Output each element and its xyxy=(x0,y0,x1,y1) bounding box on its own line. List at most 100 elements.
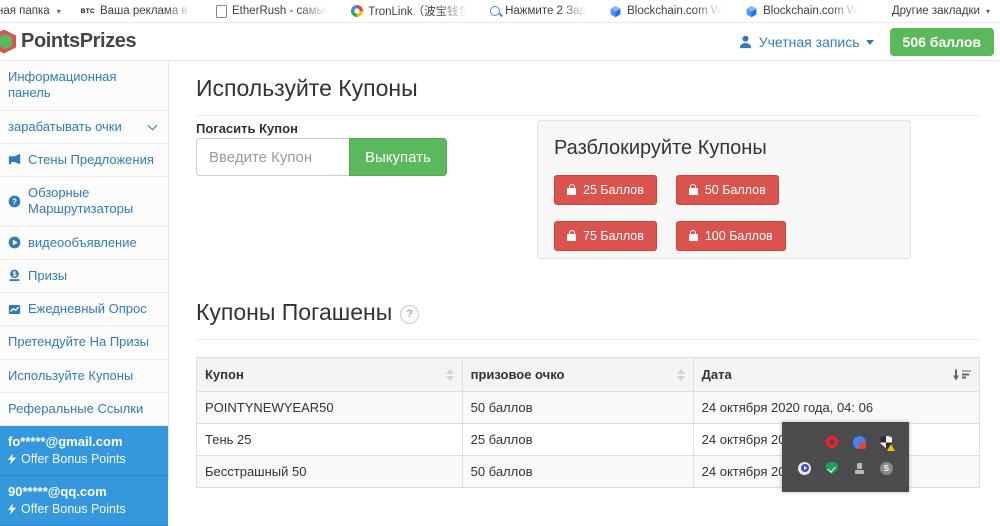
play-circle-icon xyxy=(8,236,21,249)
lock-icon xyxy=(689,188,698,195)
search-icon xyxy=(490,6,500,16)
megaphone-icon xyxy=(8,153,21,166)
table-row: POINTYNEWYEAR50 50 баллов 24 октября 202… xyxy=(197,392,980,424)
bookmark-label: Ваша реклама в с xyxy=(100,5,196,17)
sidebar-item-survey-routers[interactable]: ? Обзорные Маршрутизаторы xyxy=(0,177,168,227)
cell-points: 25 баллов xyxy=(462,424,693,456)
cell-coupon: POINTYNEWYEAR50 xyxy=(197,392,463,424)
sidebar-item-claim-prizes[interactable]: Претендуйте На Призы xyxy=(0,326,168,359)
bookmark-folder[interactable]: ная папка ▾ xyxy=(0,5,61,17)
svg-text:$: $ xyxy=(13,272,17,279)
bookmark-label: Blockchain.com Wa xyxy=(627,5,725,17)
bonus-email: fo*****@gmail.com xyxy=(8,434,160,449)
unlock-coupons-card: Разблокируйте Купоны 25 Баллов 50 Баллов… xyxy=(537,120,911,259)
sidebar-item-label: Обзорные Маршрутизаторы xyxy=(28,185,160,218)
unlock-button-label: 25 Баллов xyxy=(583,183,644,197)
bookmark-item[interactable]: TronLink（波宝钱包 xyxy=(351,3,470,19)
system-tray-popup: S xyxy=(782,422,909,492)
site-header: PointsPrizes Учетная запись 506 баллов xyxy=(0,23,1000,61)
bonus-sub-label: Offer Bonus Points xyxy=(21,452,126,466)
column-header-points[interactable]: призовое очко xyxy=(462,358,693,392)
unlock-100-button[interactable]: 100 Баллов xyxy=(676,221,786,251)
other-bookmarks-button[interactable]: Другие закладки ▾ xyxy=(892,5,990,17)
bonus-offer-gmail[interactable]: fo*****@gmail.com Offer Bonus Points xyxy=(0,426,168,476)
bookmark-item[interactable]: BTC Ваша реклама в с xyxy=(81,5,196,17)
chevron-down-icon xyxy=(148,120,158,130)
bookmark-item[interactable]: Нажмите 2 Зараб xyxy=(490,5,589,17)
sidebar-item-label: Претендуйте На Призы xyxy=(8,334,149,350)
sort-icon xyxy=(677,369,685,381)
unlock-button-label: 50 Баллов xyxy=(705,183,766,197)
lock-icon xyxy=(689,234,698,241)
antivirus-shield-icon[interactable] xyxy=(826,462,838,475)
blue-red-app-icon[interactable] xyxy=(853,436,866,449)
cell-coupon: Бесстрашный 50 xyxy=(197,456,463,488)
sidebar-item-prizes[interactable]: $ Призы xyxy=(0,260,168,293)
blockchain-cube-icon xyxy=(745,5,758,18)
bookmark-label: EtherRush - самый xyxy=(232,5,331,17)
cell-coupon: Тень 25 xyxy=(197,424,463,456)
sidebar-item-label: Реферальные Ссылки xyxy=(8,401,143,417)
media-player-icon[interactable] xyxy=(798,462,811,475)
person-icon xyxy=(738,34,753,49)
sidebar-item-video-ads[interactable]: видеообъявление xyxy=(0,227,168,260)
unlock-coupons-title: Разблокируйте Купоны xyxy=(554,137,894,160)
defender-warning-icon[interactable] xyxy=(880,436,892,449)
chevron-down-icon: ▾ xyxy=(986,7,990,16)
sidebar-item-label: Используйте Купоны xyxy=(8,368,133,384)
lock-icon xyxy=(567,188,576,195)
coin-icon: $ xyxy=(8,269,21,282)
bookmark-label: Нажмите 2 Зараб xyxy=(505,5,589,17)
tronlink-icon xyxy=(351,5,363,17)
column-header-coupon[interactable]: Купон xyxy=(197,358,463,392)
account-label: Учетная запись xyxy=(759,34,860,50)
sidebar-item-earn-points[interactable]: зарабатывать очки xyxy=(0,111,168,144)
page-icon xyxy=(216,5,227,18)
column-header-date[interactable]: Дата xyxy=(693,358,979,392)
bookmark-item[interactable]: Blockchain.com Wa xyxy=(609,5,725,18)
unlock-75-button[interactable]: 75 Баллов xyxy=(554,221,657,251)
unlock-50-button[interactable]: 50 Баллов xyxy=(676,175,779,205)
blockchain-cube-icon xyxy=(609,5,622,18)
sidebar-item-label: Призы xyxy=(28,268,67,284)
sort-icon xyxy=(446,369,454,381)
sidebar: Информационная панель зарабатывать очки … xyxy=(0,61,169,480)
sidebar-item-label: Стены Предложения xyxy=(28,152,154,168)
coupon-input[interactable] xyxy=(196,138,349,176)
bookmark-item[interactable]: Blockchain.com Wa xyxy=(745,5,861,18)
s-app-icon[interactable]: S xyxy=(880,462,893,475)
points-badge[interactable]: 506 баллов xyxy=(890,28,994,56)
chart-icon xyxy=(8,303,21,316)
help-icon[interactable]: ? xyxy=(400,305,419,324)
bonus-offer-qq[interactable]: 90*****@qq.com Offer Bonus Points xyxy=(0,476,168,526)
bookmark-label: TronLink（波宝钱包 xyxy=(368,3,470,19)
cell-date: 24 октября 2020 года, 04: 06 xyxy=(693,392,979,424)
sidebar-item-dashboard[interactable]: Информационная панель xyxy=(0,61,168,111)
other-bookmarks-label: Другие закладки xyxy=(892,5,980,17)
main-content: Используйте Купоны Погасить Купон Выкупа… xyxy=(169,61,1000,480)
pointsprizes-hex-icon xyxy=(0,30,16,54)
sort-desc-icon xyxy=(953,369,971,380)
stamp-icon[interactable] xyxy=(855,463,864,474)
btc-icon: BTC xyxy=(81,8,95,15)
lock-icon xyxy=(567,234,576,241)
lightning-icon xyxy=(8,504,16,515)
sidebar-item-daily-poll[interactable]: Ежедневный Опрос xyxy=(0,293,168,326)
brand-logo[interactable]: PointsPrizes xyxy=(0,30,136,54)
opera-icon[interactable] xyxy=(826,436,838,448)
sidebar-item-use-coupons[interactable]: Используйте Купоны xyxy=(0,360,168,393)
bookmarks-bar: ная папка ▾ BTC Ваша реклама в с EtherRu… xyxy=(0,0,1000,23)
account-menu[interactable]: Учетная запись xyxy=(738,34,874,50)
redeem-button[interactable]: Выкупать xyxy=(349,138,447,176)
bookmark-item[interactable]: EtherRush - самый xyxy=(216,5,331,18)
sidebar-item-label: Ежедневный Опрос xyxy=(28,301,147,317)
bookmark-label: ная папка xyxy=(0,5,50,17)
sidebar-item-referral-links[interactable]: Реферальные Ссылки xyxy=(0,393,168,426)
sidebar-item-label: зарабатывать очки xyxy=(8,119,122,135)
sidebar-item-offer-walls[interactable]: Стены Предложения xyxy=(0,144,168,177)
redeem-coupon-label: Погасить Купон xyxy=(196,121,298,136)
svg-text:?: ? xyxy=(12,197,17,206)
unlock-button-label: 75 Баллов xyxy=(583,229,644,243)
sidebar-item-label: видеообъявление xyxy=(28,235,137,251)
unlock-25-button[interactable]: 25 Баллов xyxy=(554,175,657,205)
